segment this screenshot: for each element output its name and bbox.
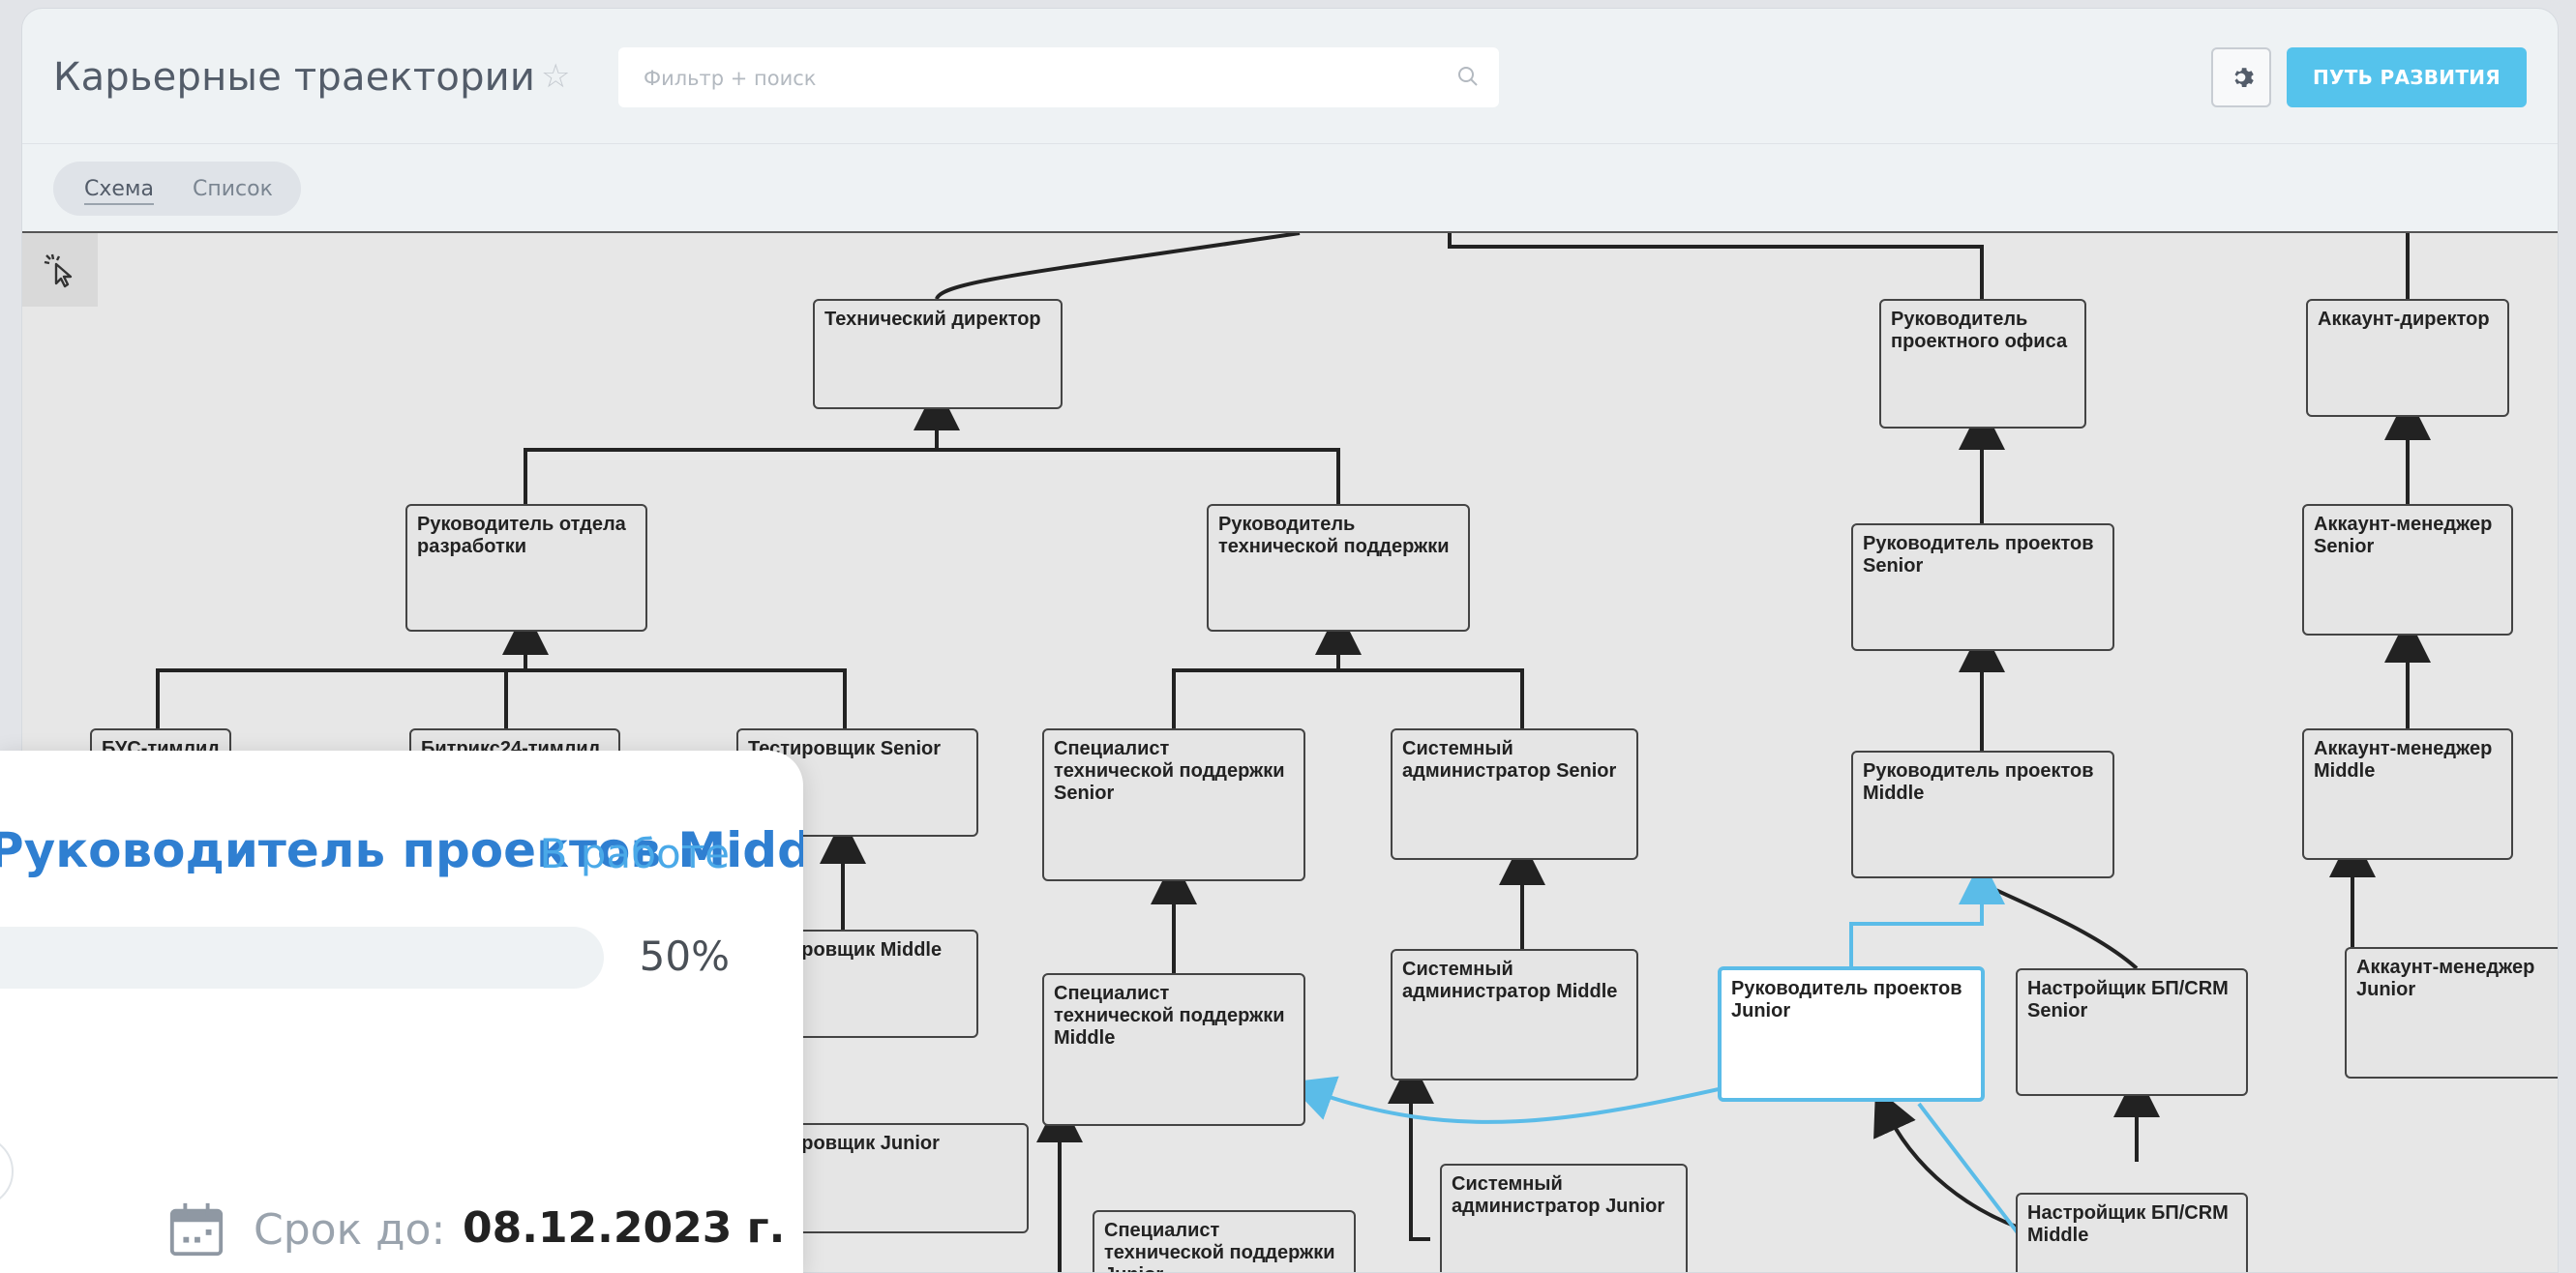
node-sysadmin-middle[interactable]: Системный администратор Middle xyxy=(1391,949,1638,1081)
due-date-label: Срок до: xyxy=(254,1205,446,1255)
node-account-middle[interactable]: Аккаунт-менеджер Middle xyxy=(2302,728,2513,860)
progress-fill xyxy=(0,927,302,989)
node-pm-junior[interactable]: Руководитель проектов Junior xyxy=(1718,966,1985,1102)
node-bp-middle[interactable]: Настройщик БП/CRM Middle xyxy=(2016,1193,2248,1272)
node-head-pmo[interactable]: Руководитель проектного офиса xyxy=(1879,299,2086,429)
search-icon[interactable] xyxy=(1456,65,1480,88)
node-head-support[interactable]: Руководитель технической поддержки xyxy=(1207,504,1470,632)
settings-button[interactable] xyxy=(2211,47,2271,107)
node-support-middle[interactable]: Специалист технической поддержки Middle xyxy=(1042,973,1305,1126)
tab-list[interactable]: Список xyxy=(193,177,273,201)
node-tech-director[interactable]: Технический директор xyxy=(813,299,1063,409)
search-placeholder: Фильтр + поиск xyxy=(644,67,817,90)
progress-bar xyxy=(0,927,604,989)
status-badge: В работе xyxy=(539,830,730,877)
node-pm-middle[interactable]: Руководитель проектов Middle xyxy=(1851,751,2114,878)
favorite-star-icon[interactable]: ☆ xyxy=(541,57,570,96)
tab-scheme[interactable]: Схема xyxy=(84,177,154,205)
node-sysadmin-senior[interactable]: Системный администратор Senior xyxy=(1391,728,1638,860)
progress-percent: 50% xyxy=(639,933,730,980)
node-account-director[interactable]: Аккаунт-директор xyxy=(2306,299,2509,417)
page-title: Карьерные траектории xyxy=(53,55,536,100)
development-card[interactable]: Руководитель проектов Middle В работе 50… xyxy=(0,751,803,1273)
avatar[interactable] xyxy=(0,1136,14,1207)
node-account-junior[interactable]: Аккаунт-менеджер Junior xyxy=(2345,947,2558,1079)
node-account-senior[interactable]: Аккаунт-менеджер Senior xyxy=(2302,504,2513,636)
node-support-junior[interactable]: Специалист технической поддержки Junior xyxy=(1093,1210,1356,1272)
node-bp-senior[interactable]: Настройщик БП/CRM Senior xyxy=(2016,968,2248,1096)
search-input[interactable]: Фильтр + поиск xyxy=(618,47,1499,107)
view-switch: Схема Список xyxy=(53,162,301,216)
gear-icon xyxy=(2234,68,2254,87)
node-support-senior[interactable]: Специалист технической поддержки Senior xyxy=(1042,728,1305,881)
calendar-icon xyxy=(169,1202,224,1257)
node-pm-senior[interactable]: Руководитель проектов Senior xyxy=(1851,523,2114,651)
page-header: Карьерные траектории ☆ Фильтр + поиск ПУ… xyxy=(22,9,2558,144)
node-head-dev[interactable]: Руководитель отдела разработки xyxy=(405,504,647,632)
node-sysadmin-junior[interactable]: Системный администратор Junior xyxy=(1440,1164,1688,1272)
career-path-button[interactable]: ПУТЬ РАЗВИТИЯ xyxy=(2287,47,2527,107)
due-date-value: 08.12.2023 г. xyxy=(463,1203,786,1253)
